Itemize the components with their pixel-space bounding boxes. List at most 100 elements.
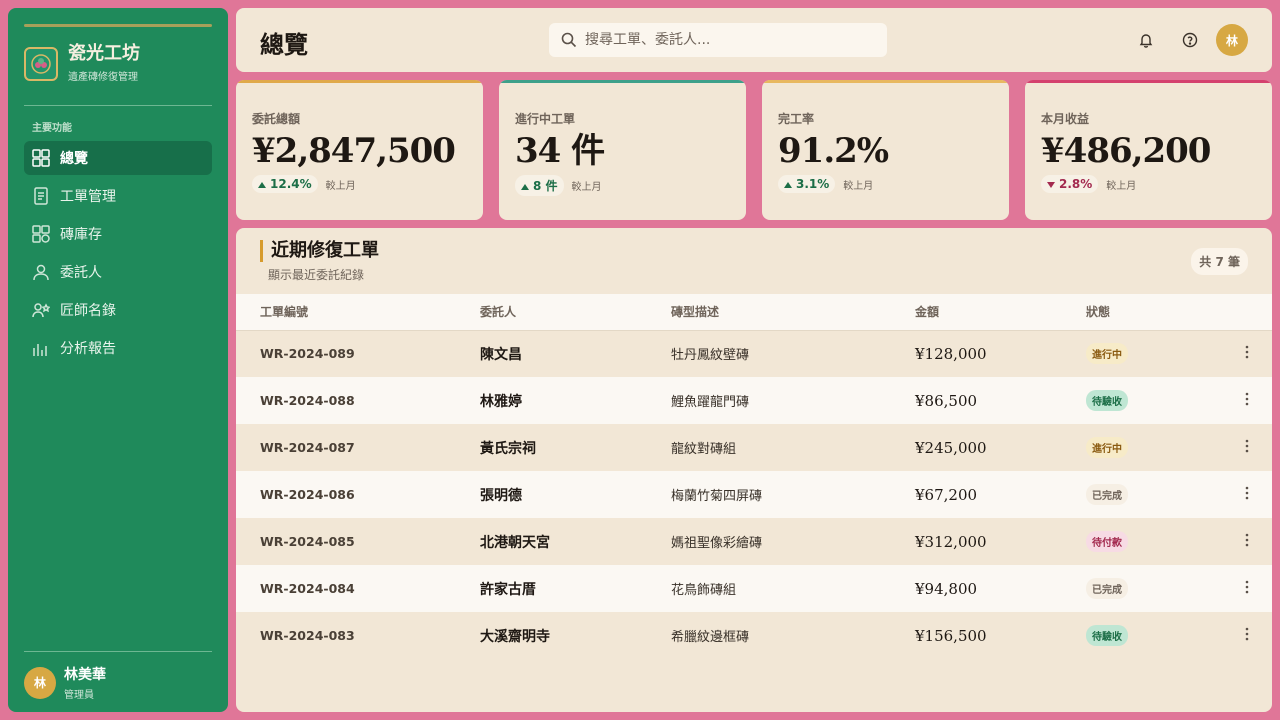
table-row[interactable]: WR-2024-084 許家古厝 花鳥飾磚組 ¥94,800 已完成 [236,565,1272,612]
recent-orders-panel: 近期修復工單 顯示最近委託紀錄 共 7 筆 工單編號 委託人 磚型描述 金額 狀… [236,228,1272,712]
stat-delta: 12.4% [252,175,318,193]
sidebar-item-work-orders[interactable]: 工單管理 [24,179,212,213]
bell-icon [1139,34,1153,48]
table-row[interactable]: WR-2024-088 林雅婷 鯉魚躍龍門磚 ¥86,500 待驗收 [236,377,1272,424]
sidebar-item-clients[interactable]: 委託人 [24,255,212,289]
stat-card-revenue[interactable]: 本月收益 ¥486,200 2.8% 較上月 [1025,80,1272,220]
client-name: 北港朝天宮 [480,534,550,551]
row-menu-button[interactable] [1222,471,1272,518]
record-count-badge: 共 7 筆 [1191,248,1248,275]
client-name: 大溪齋明寺 [480,628,550,645]
order-id: WR-2024-085 [260,534,355,549]
sidebar-item-craftsmen[interactable]: 匠師名錄 [24,293,212,327]
user-role: 管理員 [64,690,94,701]
search-icon [561,32,577,48]
table-row[interactable]: WR-2024-085 北港朝天宮 媽祖聖像彩繪磚 ¥312,000 待付款 [236,518,1272,565]
stat-note: 較上月 [571,182,602,193]
row-menu-button[interactable] [1222,565,1272,612]
sidebar: 瓷光工坊 遺產磚修復管理 主要功能 總覽 工單管理 磚庫存 委託人 匠師名錄 分… [8,8,228,712]
avatar: 林 [24,666,56,699]
sidebar-item-label: 工單管理 [60,189,116,205]
client-name: 林雅婷 [480,393,522,410]
avatar[interactable]: 林 [1216,24,1248,56]
table-row[interactable]: WR-2024-086 張明德 梅蘭竹菊四屏磚 ¥67,200 已完成 [236,471,1272,518]
row-menu-button[interactable] [1222,330,1272,377]
stat-delta: 2.8% [1041,175,1099,193]
order-id: WR-2024-083 [260,628,355,643]
more-vertical-icon [1245,533,1249,547]
tile-description: 媽祖聖像彩繪磚 [671,536,763,551]
stat-value: ¥486,200 [1041,131,1211,171]
stat-card-completion[interactable]: 完工率 91.2% 3.1% 較上月 [762,80,1009,220]
stat-note: 較上月 [1106,180,1137,192]
more-vertical-icon [1245,486,1249,500]
sidebar-item-label: 委託人 [60,265,102,281]
tile-description: 牡丹鳳紋壁磚 [671,348,750,364]
column-header[interactable]: 狀態 [1086,294,1222,331]
order-amount: ¥156,500 [915,626,987,645]
stat-card-active[interactable]: 進行中工單 34 件 8 件 較上月 [499,80,746,220]
order-amount: ¥94,800 [915,579,978,598]
user-name: 林美華 [64,667,106,683]
order-amount: ¥312,000 [915,532,987,551]
stat-card-total[interactable]: 委託總額 ¥2,847,500 12.4% 較上月 [236,80,483,220]
column-header[interactable]: 磚型描述 [671,294,915,331]
table-row[interactable]: WR-2024-083 大溪齋明寺 希臘紋邊框磚 ¥156,500 待驗收 [236,612,1272,659]
order-amount: ¥128,000 [915,344,987,363]
status-badge: 待付款 [1086,531,1128,552]
tile-description: 花鳥飾磚組 [671,583,737,598]
column-header[interactable]: 金額 [915,294,1086,331]
client-name: 陳文昌 [480,346,522,363]
order-amount: ¥67,200 [915,485,978,504]
stat-label: 完工率 [778,112,815,126]
tile-description: 希臘紋邊框磚 [671,630,750,645]
row-menu-button[interactable] [1222,377,1272,424]
more-vertical-icon [1245,580,1249,594]
notification-button[interactable] [1130,24,1162,56]
table-row[interactable]: WR-2024-089 陳文昌 牡丹鳳紋壁磚 ¥128,000 進行中 [236,330,1272,377]
tile-flower-icon [24,46,58,81]
status-badge: 待驗收 [1086,625,1128,646]
tiles-icon [32,225,50,243]
status-badge: 進行中 [1086,343,1128,365]
sidebar-item-label: 分析報告 [60,341,116,357]
craftsman-icon [32,303,50,318]
stat-note: 較上月 [843,180,874,192]
arrow-down-icon [1047,177,1055,191]
row-menu-button[interactable] [1222,424,1272,471]
search-box[interactable] [549,23,887,57]
client-name: 許家古厝 [480,581,536,598]
order-id: WR-2024-084 [260,581,355,596]
stat-value: 91.2% [778,131,889,171]
sidebar-item-label: 匠師名錄 [60,303,116,319]
orders-table: 工單編號 委託人 磚型描述 金額 狀態 WR-2024-089 陳文昌 牡丹鳳紋壁磚… [236,294,1272,659]
panel-subtitle: 顯示最近委託紀錄 [268,268,365,282]
row-menu-button[interactable] [1222,612,1272,659]
help-button[interactable] [1174,24,1206,56]
sidebar-item-inventory[interactable]: 磚庫存 [24,217,212,251]
brand[interactable]: 瓷光工坊 遺產磚修復管理 [24,44,140,83]
stat-label: 本月收益 [1041,112,1090,126]
tile-description: 鯉魚躍龍門磚 [671,395,750,410]
status-badge: 已完成 [1086,578,1128,599]
arrow-up-icon [258,177,266,191]
row-menu-button[interactable] [1222,518,1272,565]
stat-delta: 3.1% [778,175,836,193]
grid-icon [32,149,50,167]
status-badge: 進行中 [1086,437,1128,458]
search-input[interactable] [585,32,865,48]
column-header[interactable]: 委託人 [480,294,671,331]
client-name: 黃氏宗祠 [480,440,536,457]
sidebar-divider [24,651,212,652]
sidebar-user[interactable]: 林 林美華 管理員 [24,664,106,701]
stat-label: 委託總額 [252,112,301,126]
table-row[interactable]: WR-2024-087 黃氏宗祠 龍紋對磚組 ¥245,000 進行中 [236,424,1272,471]
column-header[interactable]: 工單編號 [236,294,480,331]
topbar: 總覽 林 [236,8,1272,72]
sidebar-item-reports[interactable]: 分析報告 [24,331,212,365]
table-header: 工單編號 委託人 磚型描述 金額 狀態 [236,294,1272,331]
order-amount: ¥86,500 [915,391,978,410]
user-icon [33,264,49,281]
sidebar-item-overview[interactable]: 總覽 [24,141,212,175]
order-id: WR-2024-087 [260,440,355,455]
